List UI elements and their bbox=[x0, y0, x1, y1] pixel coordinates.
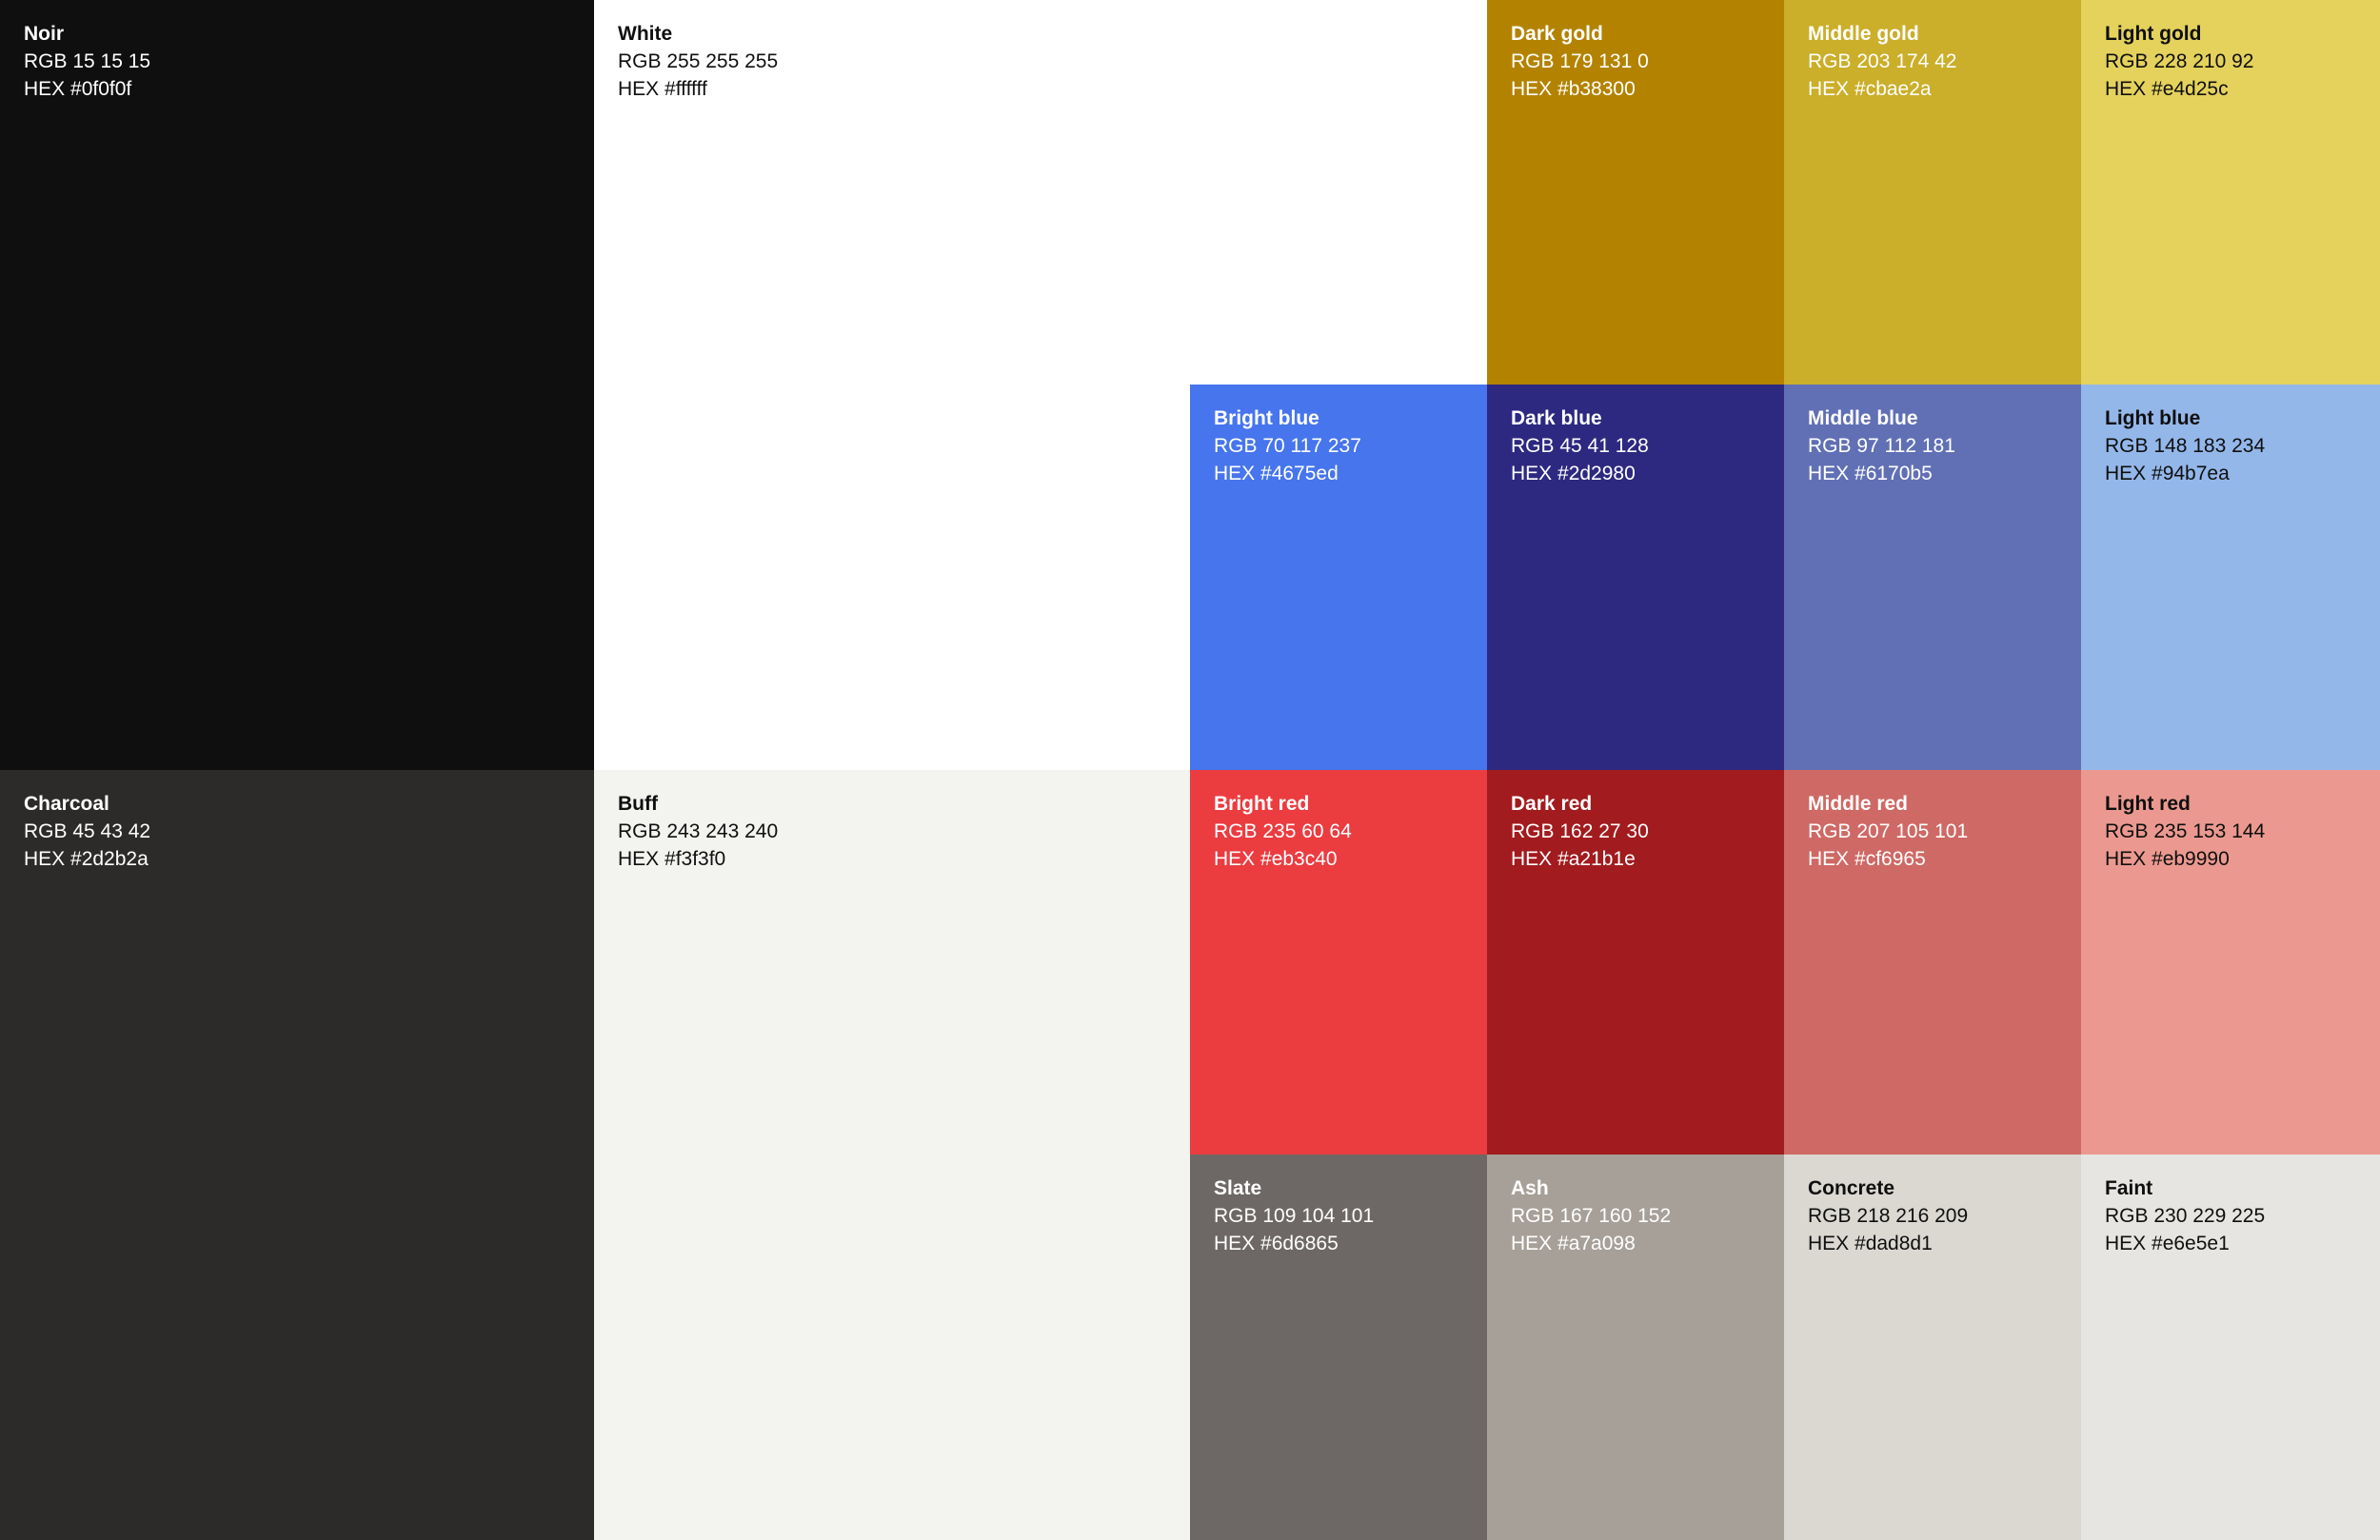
swatch-buff: Buff RGB 243 243 240 HEX #f3f3f0 bbox=[594, 770, 1191, 1540]
swatch-rgb: RGB 235 153 144 bbox=[2105, 820, 2266, 842]
swatch-hex: HEX #4675ed bbox=[1214, 463, 1339, 484]
swatch-hex: HEX #cbae2a bbox=[1808, 78, 1932, 100]
swatch-hex: HEX #dad8d1 bbox=[1808, 1233, 1933, 1254]
swatch-rgb: RGB 228 210 92 bbox=[2105, 50, 2254, 72]
swatch-charcoal: Charcoal RGB 45 43 42 HEX #2d2b2a bbox=[0, 770, 596, 1540]
swatch-rgb: RGB 109 104 101 bbox=[1214, 1205, 1375, 1227]
swatch-dark-red: Dark red RGB 162 27 30 HEX #a21b1e bbox=[1487, 770, 1785, 1155]
swatch-middle-gold: Middle gold RGB 203 174 42 HEX #cbae2a bbox=[1784, 0, 2082, 385]
swatch-hex: HEX #6170b5 bbox=[1808, 463, 1933, 484]
swatch-hex: HEX #94b7ea bbox=[2105, 463, 2230, 484]
swatch-name: Dark blue bbox=[1511, 407, 1602, 429]
swatch-hex: HEX #eb3c40 bbox=[1214, 848, 1338, 870]
swatch-hex: HEX #b38300 bbox=[1511, 78, 1636, 100]
swatch-concrete: Concrete RGB 218 216 209 HEX #dad8d1 bbox=[1784, 1155, 2082, 1540]
swatch-hex: HEX #cf6965 bbox=[1808, 848, 1926, 870]
swatch-hex: HEX #a7a098 bbox=[1511, 1233, 1636, 1254]
swatch-name: Light blue bbox=[2105, 407, 2201, 429]
swatch-ash: Ash RGB 167 160 152 HEX #a7a098 bbox=[1487, 1155, 1785, 1540]
swatch-hex: HEX #2d2980 bbox=[1511, 463, 1636, 484]
swatch-hex: HEX #f3f3f0 bbox=[618, 848, 726, 870]
swatch-name: Charcoal bbox=[24, 793, 109, 815]
swatch-light-blue: Light blue RGB 148 183 234 HEX #94b7ea bbox=[2081, 385, 2380, 771]
swatch-name: Middle blue bbox=[1808, 407, 1918, 429]
swatch-name: Light red bbox=[2105, 793, 2191, 815]
swatch-rgb: RGB 15 15 15 bbox=[24, 50, 151, 72]
swatch-hex: HEX #ffffff bbox=[618, 78, 707, 100]
swatch-hex: HEX #0f0f0f bbox=[24, 78, 132, 100]
swatch-light-gold: Light gold RGB 228 210 92 HEX #e4d25c bbox=[2081, 0, 2380, 385]
swatch-name: Bright red bbox=[1214, 793, 1310, 815]
swatch-rgb: RGB 45 41 128 bbox=[1511, 435, 1649, 457]
swatch-dark-gold: Dark gold RGB 179 131 0 HEX #b38300 bbox=[1487, 0, 1785, 385]
swatch-rgb: RGB 162 27 30 bbox=[1511, 820, 1649, 842]
swatch-faint: Faint RGB 230 229 225 HEX #e6e5e1 bbox=[2081, 1155, 2380, 1540]
swatch-light-red: Light red RGB 235 153 144 HEX #eb9990 bbox=[2081, 770, 2380, 1155]
swatch-bright-red: Bright red RGB 235 60 64 HEX #eb3c40 bbox=[1190, 770, 1488, 1155]
swatch-name: Middle red bbox=[1808, 793, 1909, 815]
swatch-name: Dark gold bbox=[1511, 23, 1603, 45]
swatch-rgb: RGB 255 255 255 bbox=[618, 50, 779, 72]
swatch-name: Light gold bbox=[2105, 23, 2202, 45]
swatch-name: White bbox=[618, 23, 673, 45]
swatch-rgb: RGB 203 174 42 bbox=[1808, 50, 1957, 72]
swatch-slate: Slate RGB 109 104 101 HEX #6d6865 bbox=[1190, 1155, 1488, 1540]
swatch-hex: HEX #2d2b2a bbox=[24, 848, 149, 870]
swatch-bright-blue: Bright blue RGB 70 117 237 HEX #4675ed bbox=[1190, 385, 1488, 771]
swatch-name: Ash bbox=[1511, 1177, 1549, 1199]
swatch-rgb: RGB 235 60 64 bbox=[1214, 820, 1352, 842]
swatch-name: Buff bbox=[618, 793, 658, 815]
color-palette-grid: Noir RGB 15 15 15 HEX #0f0f0f White RGB … bbox=[0, 0, 2380, 1540]
swatch-rgb: RGB 243 243 240 bbox=[618, 820, 779, 842]
swatch-rgb: RGB 97 112 181 bbox=[1808, 435, 1955, 457]
swatch-rgb: RGB 167 160 152 bbox=[1511, 1205, 1672, 1227]
swatch-hex: HEX #e4d25c bbox=[2105, 78, 2229, 100]
swatch-middle-blue: Middle blue RGB 97 112 181 HEX #6170b5 bbox=[1784, 385, 2082, 771]
swatch-name: Concrete bbox=[1808, 1177, 1895, 1199]
swatch-rgb: RGB 45 43 42 bbox=[24, 820, 151, 842]
swatch-hex: HEX #eb9990 bbox=[2105, 848, 2230, 870]
swatch-rgb: RGB 230 229 225 bbox=[2105, 1205, 2266, 1227]
swatch-name: Bright blue bbox=[1214, 407, 1319, 429]
swatch-name: Noir bbox=[24, 23, 64, 45]
swatch-name: Dark red bbox=[1511, 793, 1593, 815]
swatch-name: Slate bbox=[1214, 1177, 1262, 1199]
swatch-name: Middle gold bbox=[1808, 23, 1919, 45]
swatch-hex: HEX #6d6865 bbox=[1214, 1233, 1339, 1254]
swatch-rgb: RGB 218 216 209 bbox=[1808, 1205, 1969, 1227]
swatch-middle-red: Middle red RGB 207 105 101 HEX #cf6965 bbox=[1784, 770, 2082, 1155]
swatch-rgb: RGB 207 105 101 bbox=[1808, 820, 1969, 842]
swatch-rgb: RGB 179 131 0 bbox=[1511, 50, 1649, 72]
swatch-hex: HEX #a21b1e bbox=[1511, 848, 1636, 870]
swatch-rgb: RGB 148 183 234 bbox=[2105, 435, 2266, 457]
swatch-dark-blue: Dark blue RGB 45 41 128 HEX #2d2980 bbox=[1487, 385, 1785, 771]
swatch-hex: HEX #e6e5e1 bbox=[2105, 1233, 2230, 1254]
swatch-rgb: RGB 70 117 237 bbox=[1214, 435, 1361, 457]
swatch-name: Faint bbox=[2105, 1177, 2153, 1199]
swatch-noir: Noir RGB 15 15 15 HEX #0f0f0f bbox=[0, 0, 596, 770]
